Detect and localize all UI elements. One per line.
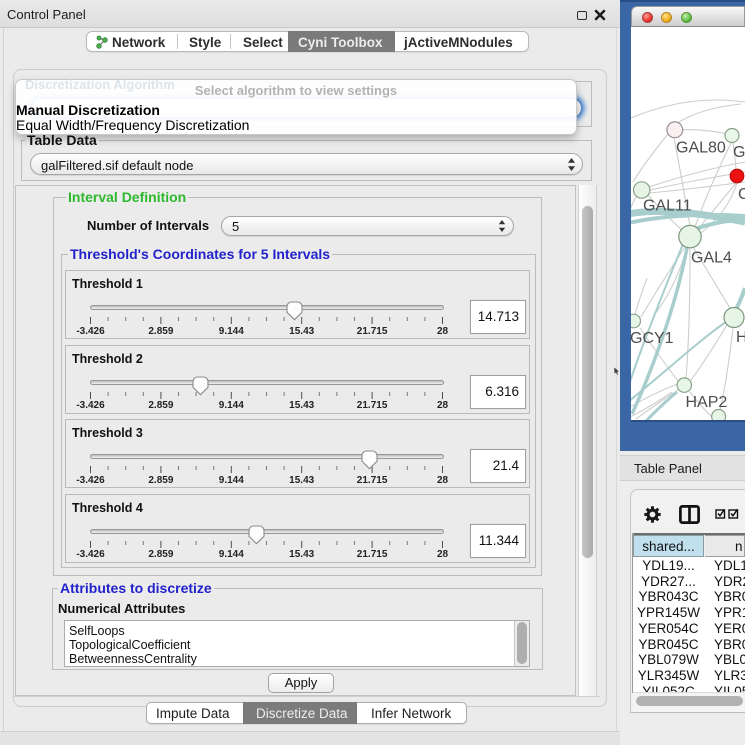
svg-text:GAL4: GAL4 [691,250,732,267]
svg-text:GAL11: GAL11 [643,198,692,215]
svg-text:H: H [736,329,745,346]
svg-text:GAL80: GAL80 [676,140,726,157]
svg-text:GCY1: GCY1 [631,330,674,347]
svg-text:HAP2: HAP2 [686,394,728,411]
svg-text:C: C [738,186,745,203]
svg-text:GA: GA [733,144,745,161]
